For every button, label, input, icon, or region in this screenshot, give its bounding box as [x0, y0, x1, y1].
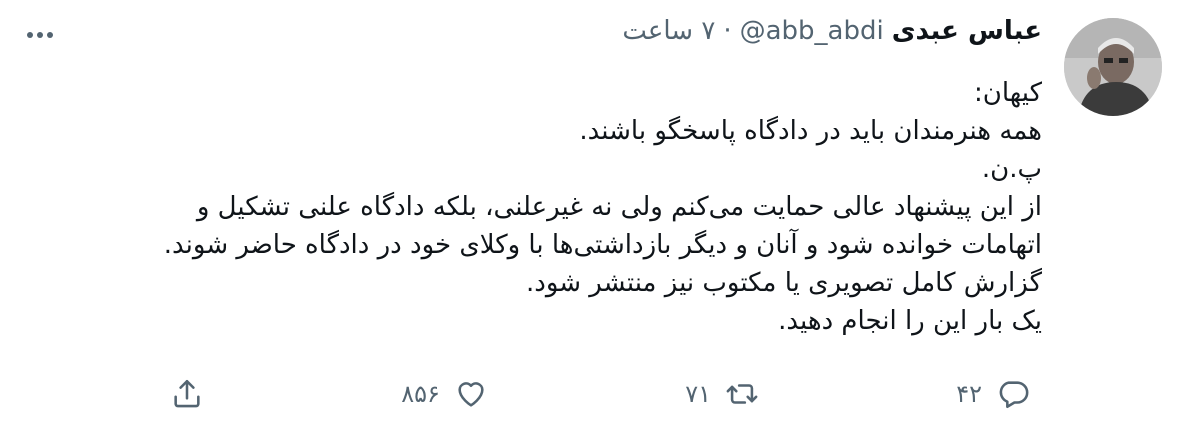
avatar-photo — [1064, 18, 1162, 116]
tweet-line: کیهان: — [974, 78, 1042, 108]
avatar[interactable] — [1064, 18, 1162, 116]
retweet-count: ۷۱ — [685, 380, 711, 408]
like-button[interactable]: ۸۵۶ — [401, 377, 488, 411]
reply-bubble-icon — [999, 381, 1029, 409]
tweet-line: همه هنرمندان باید در دادگاه پاسخگو باشند… — [579, 116, 1042, 146]
heart-icon — [458, 382, 484, 407]
more-options-button[interactable] — [20, 20, 60, 50]
reply-count: ۴۲ — [956, 380, 982, 408]
tweet-line: اتهامات خوانده شود و آنان و دیگر بازداشت… — [163, 230, 1042, 260]
display-name[interactable]: عباس عبدی — [892, 16, 1042, 46]
separator-dot: · — [723, 16, 732, 46]
user-handle[interactable]: @abb_abdi — [740, 16, 884, 46]
tweet-line: پ.ن. — [981, 154, 1042, 184]
like-count: ۸۵۶ — [401, 380, 440, 408]
tweet-card[interactable]: عباس عبدی @abb_abdi · ۷ ساعت کیهان: همه … — [0, 0, 1200, 437]
share-button[interactable] — [170, 377, 204, 411]
tweet-content: عباس عبدی @abb_abdi · ۷ ساعت کیهان: همه … — [20, 16, 1042, 340]
more-dots-icon — [27, 32, 53, 38]
tweet-line: یک بار این را انجام دهید. — [778, 306, 1042, 336]
tweet-actions: ۴۲ ۷۱ ۸۵۶ — [170, 370, 1030, 418]
tweet-line: گزارش کامل تصویری یا مکتوب نیز منتشر شود… — [525, 268, 1042, 298]
tweet-line: از این پیشنهاد عالی حمایت می‌کنم ولی نه … — [196, 192, 1042, 222]
timestamp[interactable]: ۷ ساعت — [622, 16, 715, 46]
reply-button[interactable]: ۴۲ — [956, 377, 1030, 411]
retweet-arrows-icon — [726, 384, 758, 404]
tweet-text: کیهان: همه هنرمندان باید در دادگاه پاسخگ… — [20, 74, 1042, 340]
tweet-header: عباس عبدی @abb_abdi · ۷ ساعت — [20, 16, 1042, 56]
share-upload-icon — [174, 379, 200, 408]
retweet-button[interactable]: ۷۱ — [685, 377, 759, 411]
